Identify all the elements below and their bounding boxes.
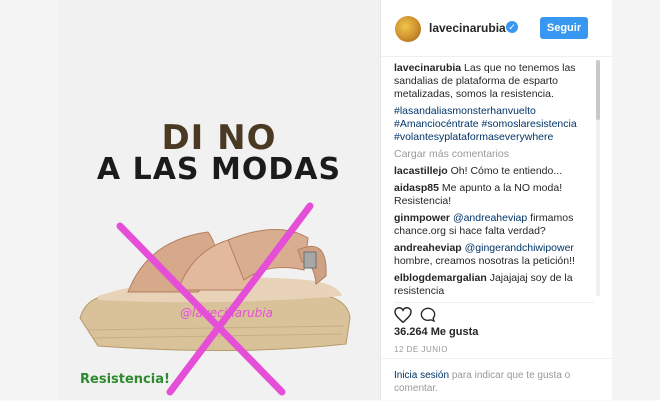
post-date: 12 DE JUNIO (394, 345, 448, 354)
heart-icon[interactable] (394, 307, 412, 323)
follow-button[interactable]: Seguir (540, 17, 588, 39)
comment: lacastillejo Oh! Cómo te entiendo... (394, 165, 594, 178)
avatar[interactable] (395, 16, 421, 42)
login-prompt: Inicia sesión para indicar que te gusta … (381, 358, 612, 401)
scrollbar-thumb[interactable] (596, 60, 600, 120)
headline-line2: A LAS MODAS (96, 152, 342, 187)
comment: andreaheviap @gingerandchiwipower hombre… (394, 242, 594, 268)
post-modal: DI NO A LAS MODAS @lavecinarubia Resiste… (0, 0, 660, 400)
comment: ginmpower @andreaheviap firmamos chance.… (394, 212, 594, 238)
comment-username[interactable]: aidasp85 (394, 182, 439, 194)
caption: lavecinarubia Las que no tenemos las san… (394, 62, 594, 101)
backdrop-right (612, 0, 660, 400)
comment-mention[interactable]: @andreaheviap (453, 212, 527, 224)
comment-text: Oh! Cómo te entiendo... (450, 165, 563, 177)
comment-username[interactable]: andreaheviap (394, 242, 462, 254)
image-watermark: @lavecinarubia (180, 306, 273, 320)
hashtag-link[interactable]: #volantesyplataformaseverywhere (394, 131, 594, 144)
comment-username[interactable]: ginmpower (394, 212, 450, 224)
hashtag-link[interactable]: #Amanciocéntrate #somoslaresistencia (394, 118, 594, 131)
comment-mention[interactable]: @gingerandchiwipower (465, 242, 574, 254)
action-bar (394, 302, 594, 323)
verified-badge-icon: ✓ (506, 21, 518, 33)
comment: elblogdemargalian Jajajajaj soy de la re… (394, 272, 594, 298)
login-text: Inicia sesión para indicar que te gusta … (394, 369, 584, 395)
post-image[interactable]: DI NO A LAS MODAS @lavecinarubia Resiste… (58, 0, 381, 400)
caption-hashtags: #lasandaliasmonsterhanvuelto #Amanciocén… (394, 105, 594, 144)
login-link[interactable]: Inicia sesión (394, 370, 449, 381)
load-more-comments[interactable]: Cargar más comentarios (394, 148, 594, 161)
post-header: lavecinarubia ✓ Seguir (381, 0, 612, 57)
comment-list: lavecinarubia Las que no tenemos las san… (394, 62, 594, 302)
comment-bubble-icon[interactable] (420, 307, 436, 323)
post-side-panel: lavecinarubia ✓ Seguir lavecinarubia Las… (381, 0, 612, 400)
comment-username[interactable]: lacastillejo (394, 165, 448, 177)
backdrop-left (0, 0, 58, 400)
corner-text: Resistencia! (80, 372, 170, 387)
hashtag-link[interactable]: #lasandaliasmonsterhanvuelto (394, 105, 594, 118)
comment-username[interactable]: elblogdemargalian (394, 272, 487, 284)
like-count[interactable]: 36.264 Me gusta (394, 326, 478, 338)
comment-text: hombre, creamos nosotras la petición!! (394, 255, 575, 267)
sandal-illustration (79, 202, 351, 396)
header-username[interactable]: lavecinarubia (429, 21, 506, 35)
caption-username[interactable]: lavecinarubia (394, 62, 461, 74)
comment: aidasp85 Me apunto a la NO moda! Resiste… (394, 182, 594, 208)
